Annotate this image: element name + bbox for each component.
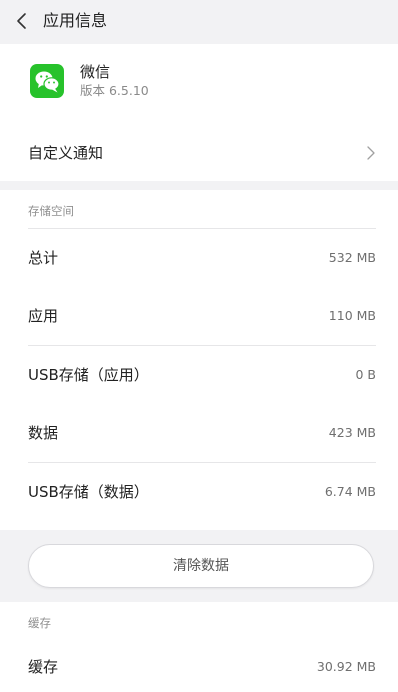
row-value: 423 MB	[328, 425, 376, 440]
storage-row-usb-data: USB存储（数据） 6.74 MB	[28, 463, 376, 521]
row-label: 缓存	[28, 658, 59, 676]
notification-section: 自定义通知	[0, 124, 398, 181]
chevron-left-icon[interactable]	[12, 10, 32, 32]
row-value: 6.74 MB	[324, 484, 376, 499]
cache-row: 缓存 30.92 MB	[28, 640, 376, 692]
chevron-right-icon	[367, 146, 375, 160]
row-label: 数据	[28, 424, 59, 442]
cache-header-text: 缓存	[28, 616, 51, 630]
row-value: 110 MB	[328, 308, 376, 323]
wechat-icon	[30, 64, 64, 98]
row-value: 532 MB	[328, 250, 376, 265]
storage-row-app: 应用 110 MB	[28, 287, 376, 345]
cache-section-header: 缓存	[28, 602, 398, 640]
app-info-card: 微信 版本 6.5.10	[0, 44, 398, 124]
custom-notification-row[interactable]: 自定义通知	[28, 124, 376, 182]
app-name: 微信	[80, 63, 111, 81]
storage-row-total: 总计 532 MB	[28, 229, 376, 287]
clear-data-button[interactable]: 清除数据	[28, 544, 374, 588]
row-label: 应用	[28, 307, 59, 325]
row-label: USB存储（应用）	[28, 366, 149, 384]
custom-notification-label: 自定义通知	[28, 144, 104, 162]
title-bar: 应用信息	[0, 0, 398, 44]
row-label: USB存储（数据）	[28, 483, 149, 501]
app-version: 版本 6.5.10	[80, 83, 149, 98]
storage-section: 存储空间 总计 532 MB 应用 110 MB USB存储（应用） 0 B 数…	[0, 190, 398, 530]
storage-header-text: 存储空间	[28, 204, 74, 218]
row-value: 30.92 MB	[316, 659, 376, 674]
storage-row-data: 数据 423 MB	[28, 404, 376, 462]
storage-row-usb-app: USB存储（应用） 0 B	[28, 346, 376, 404]
cache-section: 缓存 缓存 30.92 MB	[0, 602, 398, 692]
clear-data-area: 清除数据	[0, 530, 398, 602]
storage-section-header: 存储空间	[28, 190, 398, 228]
page-title: 应用信息	[43, 11, 108, 30]
row-label: 总计	[28, 249, 59, 267]
row-value: 0 B	[355, 367, 376, 382]
